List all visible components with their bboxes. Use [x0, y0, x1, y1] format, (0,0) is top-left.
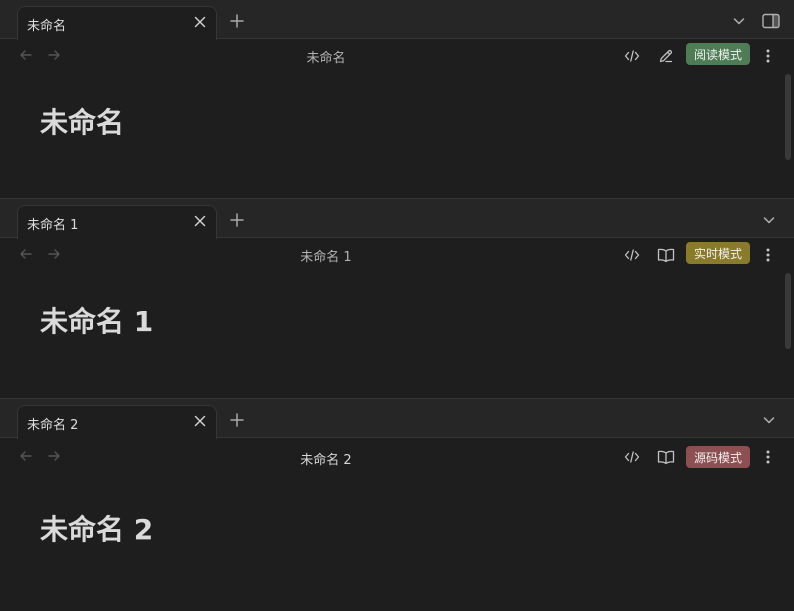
- view-header: 未命名 阅读模式: [0, 39, 794, 71]
- arrow-left-icon[interactable]: [17, 245, 35, 263]
- book-open-icon[interactable]: [655, 446, 677, 468]
- editor-pane-2: 未命名 1 未命名 1 实时模式 未命名 1: [0, 199, 794, 398]
- note-title[interactable]: 未命名 2: [40, 508, 153, 548]
- scrollbar[interactable]: [785, 74, 791, 160]
- book-open-icon[interactable]: [655, 244, 677, 266]
- view-title[interactable]: 未命名 1: [226, 246, 426, 265]
- plus-icon[interactable]: [226, 409, 248, 431]
- code-icon[interactable]: [621, 45, 643, 67]
- plus-icon[interactable]: [226, 209, 248, 231]
- tab-untitled-1[interactable]: 未命名 1: [17, 205, 217, 239]
- note-content[interactable]: 未命名: [0, 71, 794, 198]
- tab-title: 未命名: [27, 19, 67, 34]
- note-content[interactable]: 未命名 1: [0, 270, 794, 398]
- tab-title: 未命名 1: [27, 218, 79, 233]
- chevron-down-icon[interactable]: [728, 10, 750, 32]
- arrow-right-icon[interactable]: [45, 447, 63, 465]
- plus-icon[interactable]: [226, 10, 248, 32]
- view-header: 未命名 1 实时模式: [0, 238, 794, 270]
- arrow-left-icon[interactable]: [17, 46, 35, 64]
- close-icon[interactable]: [190, 411, 210, 431]
- note-content[interactable]: 未命名 2: [0, 470, 794, 611]
- view-title[interactable]: 未命名: [226, 47, 426, 66]
- tab-bar: 未命名 1: [0, 199, 794, 239]
- arrow-right-icon[interactable]: [45, 245, 63, 263]
- note-title[interactable]: 未命名: [40, 101, 124, 141]
- arrow-left-icon[interactable]: [17, 447, 35, 465]
- chevron-down-icon[interactable]: [758, 209, 780, 231]
- pencil-icon[interactable]: [655, 45, 677, 67]
- scrollbar[interactable]: [785, 273, 791, 349]
- view-header: 未命名 2 源码模式: [0, 438, 794, 470]
- tab-untitled-2[interactable]: 未命名 2: [17, 405, 217, 439]
- editor-pane-1: 未命名 未命名 阅读模式 未命名: [0, 0, 794, 198]
- mode-badge-reading[interactable]: 阅读模式: [686, 43, 750, 65]
- arrow-right-icon[interactable]: [45, 46, 63, 64]
- view-title[interactable]: 未命名 2: [226, 449, 426, 468]
- sidebar-toggle-icon[interactable]: [760, 10, 782, 32]
- editor-pane-3: 未命名 2 未命名 2 源码模式 未命名 2: [0, 399, 794, 611]
- code-icon[interactable]: [621, 244, 643, 266]
- close-icon[interactable]: [190, 12, 210, 32]
- tab-title: 未命名 2: [27, 418, 79, 433]
- mode-badge-source[interactable]: 源码模式: [686, 446, 750, 468]
- code-icon[interactable]: [621, 446, 643, 468]
- more-options-icon[interactable]: [757, 446, 779, 468]
- more-options-icon[interactable]: [757, 244, 779, 266]
- tab-bar: 未命名 2: [0, 399, 794, 439]
- close-icon[interactable]: [190, 211, 210, 231]
- tab-untitled[interactable]: 未命名: [17, 6, 217, 40]
- note-title[interactable]: 未命名 1: [40, 300, 153, 340]
- chevron-down-icon[interactable]: [758, 409, 780, 431]
- tab-bar: 未命名: [0, 0, 794, 40]
- more-options-icon[interactable]: [757, 45, 779, 67]
- mode-badge-live[interactable]: 实时模式: [686, 242, 750, 264]
